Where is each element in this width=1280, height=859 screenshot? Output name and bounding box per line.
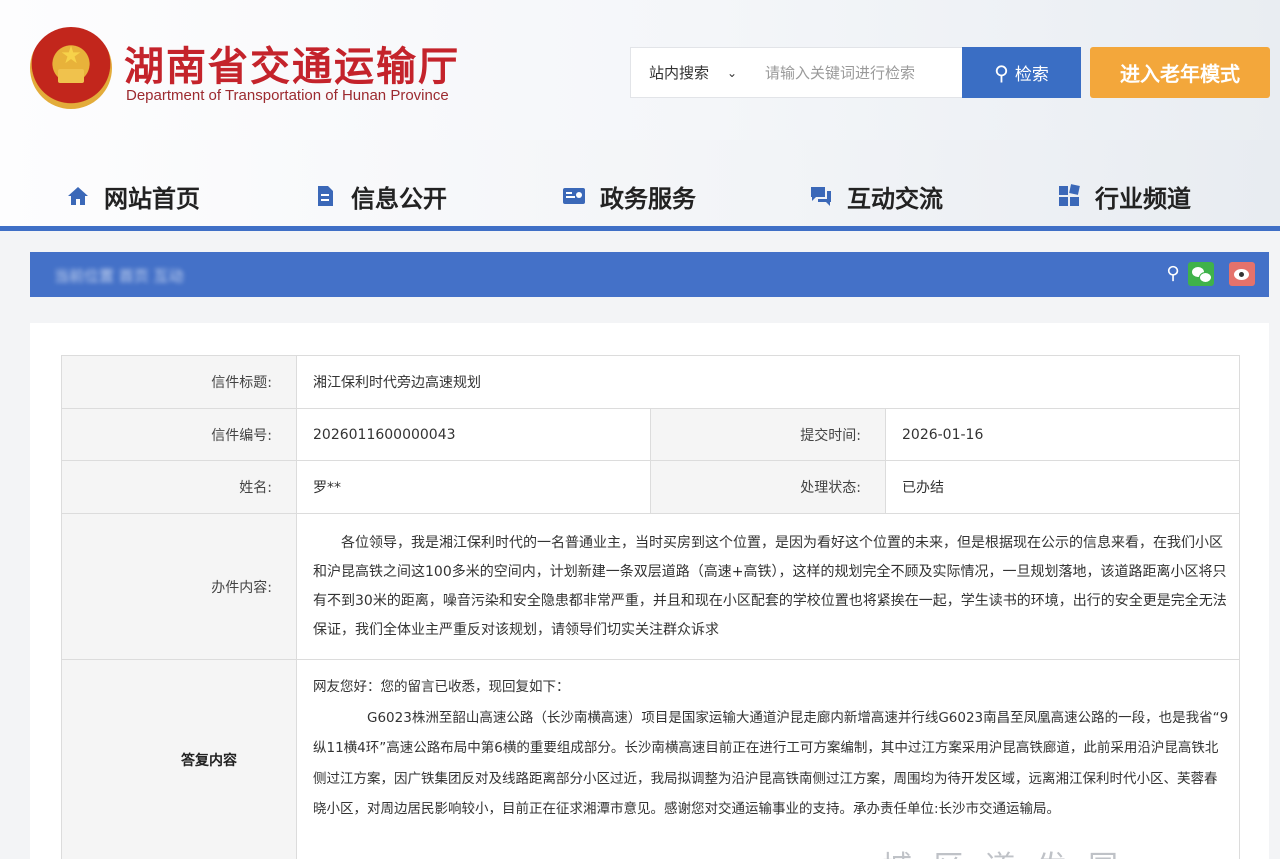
main-nav: 网站首页 信息公开 政务服务 互动交流 行业频道 [0,140,1280,227]
site-header: ★ 湖南省交通运输厅 Department of Transportation … [0,0,1280,140]
breadcrumb[interactable]: 当前位置 首页 互动 [54,265,184,286]
search-box: 站内搜索 ⌄ ⚲ 检索 [630,47,1081,98]
search-scope-label: 站内搜索 [649,64,710,82]
table-row: 信件编号: 2026011600000043 提交时间: 2026-01-16 [61,408,1241,461]
nav-item-info[interactable]: 信息公开 [313,176,447,216]
letter-title-label: 信件标题: [61,355,297,409]
nav-item-industry[interactable]: 行业频道 [1057,176,1191,216]
name-label: 姓名: [61,460,297,514]
reply-greeting: 网友您好：您的留言已收悉，现回复如下： [313,679,570,695]
content-text: 各位领导，我是湘江保利时代的一名普通业主，当时买房到这个位置，是因为看好这个位置… [313,534,1227,638]
status-label: 处理状态: [650,460,886,514]
nav-item-home[interactable]: 网站首页 [66,176,200,216]
breadcrumb-bar: 当前位置 首页 互动 ⚲ [30,252,1269,297]
table-row: 办件内容: 各位领导，我是湘江保利时代的一名普通业主，当时买房到这个位置，是因为… [61,513,1241,660]
letter-detail-table: 信件标题: 湘江保利时代旁边高速规划 信件编号: 202601160000004… [61,355,1241,859]
submit-time-label: 提交时间: [650,408,886,461]
elder-mode-button[interactable]: 进入老年模式 [1090,47,1270,98]
home-icon [68,187,88,205]
wechat-icon[interactable] [1188,262,1214,286]
id-card-icon [563,188,585,204]
table-row: 信件标题: 湘江保利时代旁边高速规划 [61,355,1241,409]
share-icon[interactable]: ⚲ [1162,263,1184,285]
reply-text: 网友您好：您的留言已收悉，现回复如下： G6023株洲至韶山高速公路（长沙南横高… [297,660,1239,825]
nav-item-interaction[interactable]: 互动交流 [809,176,943,216]
search-input[interactable] [757,48,962,97]
letter-number-label: 信件编号: [61,408,297,461]
nav-divider [0,226,1280,231]
search-button[interactable]: ⚲ 检索 [962,47,1081,98]
nav-item-label: 信息公开 [351,184,447,213]
watermark: 城 区 道 发 国 [882,842,1124,859]
status-value: 已办结 [884,460,1241,514]
document-icon [318,186,333,206]
search-icon: ⚲ [994,60,1009,85]
weibo-icon[interactable] [1229,262,1255,286]
table-row: 姓名: 罗** 处理状态: 已办结 [61,460,1241,514]
site-subtitle: Department of Transportation of Hunan Pr… [126,87,449,104]
search-scope-select[interactable]: 站内搜索 ⌄ [631,48,757,97]
chat-icon [811,187,831,206]
reply-label: 答复内容 [61,659,297,859]
national-emblem-icon: ★ [30,27,112,109]
search-button-label: 检索 [1014,65,1049,85]
table-row: 答复内容 网友您好：您的留言已收悉，现回复如下： G6023株洲至韶山高速公路（… [61,659,1241,859]
nav-item-label: 网站首页 [104,184,200,213]
nav-item-label: 行业频道 [1095,184,1191,213]
chevron-down-icon: ⌄ [727,65,738,80]
submit-time-value: 2026-01-16 [884,408,1241,461]
name-value: 罗** [296,460,651,514]
content-label: 办件内容: [61,513,297,660]
reply-body: G6023株洲至韶山高速公路（长沙南横高速）项目是国家运输大通道沪昆走廊内新增高… [313,709,1229,818]
nav-item-services[interactable]: 政务服务 [562,176,696,216]
nav-item-label: 互动交流 [847,184,943,213]
content-cell: 各位领导，我是湘江保利时代的一名普通业主，当时买房到这个位置，是因为看好这个位置… [295,513,1241,660]
nav-item-label: 政务服务 [600,184,696,213]
site-title[interactable]: 湖南省交通运输厅 [124,34,460,92]
letter-title-value: 湘江保利时代旁边高速规划 [295,355,1241,409]
reply-cell: 网友您好：您的留言已收悉，现回复如下： G6023株洲至韶山高速公路（长沙南横高… [295,659,1241,859]
letter-number-value: 2026011600000043 [296,408,651,461]
grid-icon [1059,184,1080,206]
